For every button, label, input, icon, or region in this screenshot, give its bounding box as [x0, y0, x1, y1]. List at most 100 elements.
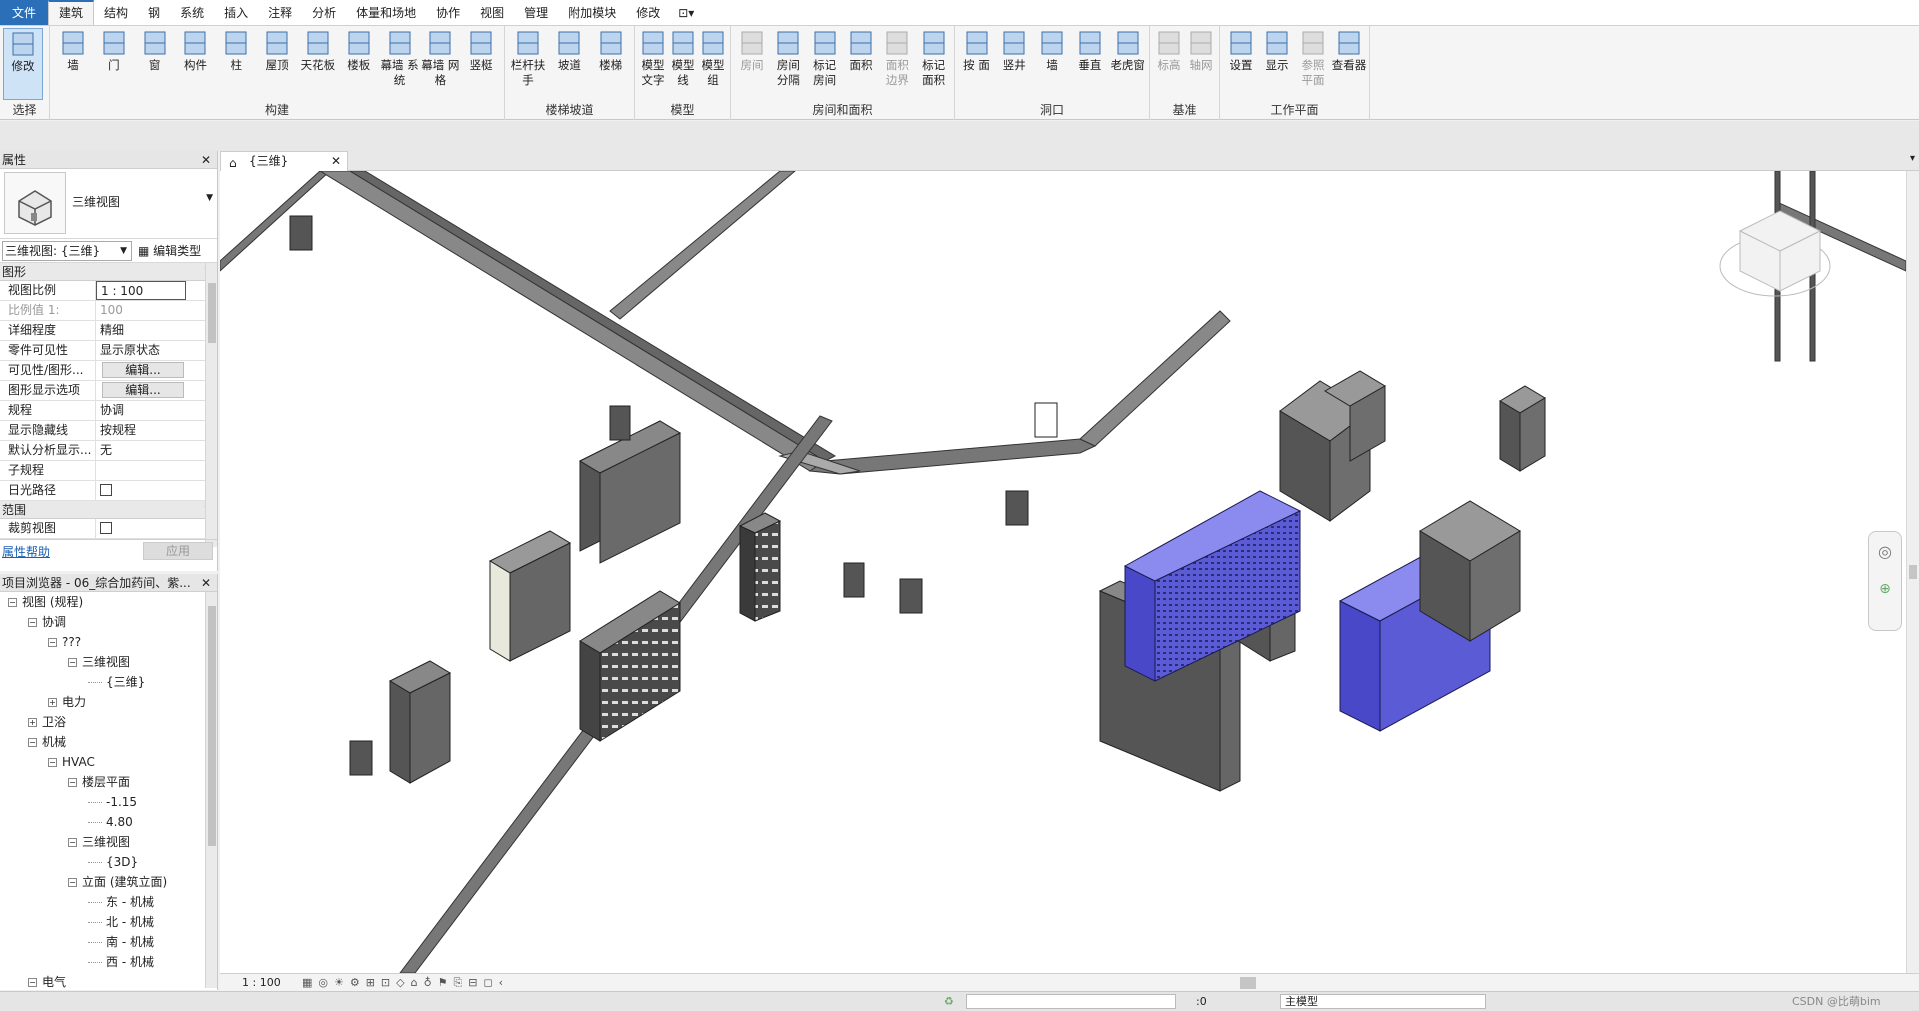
- wall-opening-button[interactable]: 墙: [1034, 28, 1071, 100]
- menu-item-1[interactable]: 建筑: [48, 0, 95, 25]
- tree-node[interactable]: − HVAC: [48, 754, 95, 770]
- curtain-system-button[interactable]: 幕墙 系统: [380, 28, 420, 100]
- show-workplane-button[interactable]: 显示: [1259, 28, 1295, 100]
- collapse-icon[interactable]: −: [28, 978, 37, 987]
- checkbox[interactable]: [100, 521, 112, 534]
- properties-scrollbar[interactable]: [205, 263, 217, 547]
- menu-item-7[interactable]: 分析: [302, 0, 346, 25]
- chevron-down-icon[interactable]: ▼: [206, 193, 213, 203]
- tree-node[interactable]: − 电气: [28, 974, 66, 990]
- menu-item-12[interactable]: 附加模块: [558, 0, 626, 25]
- edit-button[interactable]: 编辑...: [102, 362, 184, 378]
- collapse-icon[interactable]: −: [28, 618, 37, 627]
- component-button[interactable]: 构件: [175, 28, 215, 100]
- close-icon[interactable]: ✕: [201, 574, 211, 592]
- close-icon[interactable]: ✕: [201, 151, 211, 169]
- tree-node[interactable]: 北 - 机械: [88, 914, 154, 930]
- menu-item-0[interactable]: 文件: [0, 0, 49, 25]
- expand-icon[interactable]: +: [28, 718, 37, 727]
- canvas-vertical-scrollbar[interactable]: [1906, 171, 1919, 973]
- property-value[interactable]: [96, 519, 186, 538]
- collapse-icon[interactable]: −: [28, 738, 37, 747]
- property-value[interactable]: 100: [96, 301, 186, 320]
- workset-icon[interactable]: ♻: [944, 992, 954, 1011]
- dormer-button[interactable]: 老虎窗: [1109, 28, 1146, 100]
- menu-item-5[interactable]: 插入: [214, 0, 258, 25]
- wall-button[interactable]: 墙: [53, 28, 93, 100]
- property-value[interactable]: [96, 461, 186, 480]
- 3d-view-canvas[interactable]: ◎ ⊕: [220, 171, 1906, 973]
- tab-menu-icon[interactable]: ▾: [1910, 153, 1915, 164]
- menu-item-8[interactable]: 体量和场地: [346, 0, 426, 25]
- tree-node[interactable]: 南 - 机械: [88, 934, 154, 950]
- floor-button[interactable]: 楼板: [339, 28, 379, 100]
- roof-button[interactable]: 屋顶: [257, 28, 297, 100]
- tree-node[interactable]: −???: [48, 634, 81, 650]
- property-value[interactable]: 1 : 100: [96, 281, 186, 300]
- window-button[interactable]: 窗: [135, 28, 175, 100]
- property-value[interactable]: 协调: [96, 401, 186, 420]
- tree-node[interactable]: − 协调: [28, 614, 66, 630]
- column-button[interactable]: 柱: [216, 28, 256, 100]
- collapse-icon[interactable]: −: [68, 778, 77, 787]
- edit-button[interactable]: 编辑...: [102, 382, 184, 398]
- property-value[interactable]: 编辑...: [96, 361, 186, 380]
- grid-button[interactable]: 轴网: [1185, 28, 1217, 100]
- shaft-button[interactable]: 竖井: [996, 28, 1033, 100]
- menu-item-2[interactable]: 结构: [94, 0, 138, 25]
- close-icon[interactable]: ✕: [331, 152, 341, 171]
- view-controls-icons[interactable]: ▦◎☀⚙⊞⊡◇⌂♁⚑⎘⊟◻‹: [302, 974, 509, 991]
- cursor-button[interactable]: 修改: [3, 28, 43, 100]
- property-value[interactable]: 按规程: [96, 421, 186, 440]
- door-button[interactable]: 门: [94, 28, 134, 100]
- tree-node[interactable]: {三维}: [88, 674, 145, 690]
- room-separator-button[interactable]: 房间 分隔: [770, 28, 806, 100]
- category-extents[interactable]: 范围⌃: [0, 501, 217, 519]
- tree-node[interactable]: − 视图 (规程): [8, 594, 83, 610]
- property-value[interactable]: 显示原状态: [96, 341, 186, 360]
- property-value[interactable]: [96, 481, 186, 500]
- apply-button[interactable]: 应用: [143, 542, 213, 560]
- ref-plane-button[interactable]: 参照 平面: [1295, 28, 1331, 100]
- collapse-icon[interactable]: −: [48, 758, 57, 767]
- collapse-icon[interactable]: −: [68, 838, 77, 847]
- edit-type-button[interactable]: ▦ 编辑类型: [138, 242, 201, 259]
- collapse-icon[interactable]: −: [68, 658, 77, 667]
- vertical-opening-button[interactable]: 垂直: [1071, 28, 1108, 100]
- curtain-grid-button[interactable]: 幕墙 网格: [420, 28, 460, 100]
- tree-node[interactable]: + 卫浴: [28, 714, 66, 730]
- horizontal-scrollbar[interactable]: [1240, 977, 1256, 989]
- property-value[interactable]: 精细: [96, 321, 186, 340]
- tree-node[interactable]: + 电力: [48, 694, 86, 710]
- navigation-bar[interactable]: ◎ ⊕: [1868, 531, 1902, 631]
- railing-button[interactable]: 栏杆扶手: [508, 28, 548, 100]
- tree-node[interactable]: − 楼层平面: [68, 774, 130, 790]
- type-selector[interactable]: 三维视图 ▼: [0, 169, 217, 239]
- set-workplane-button[interactable]: 设置: [1223, 28, 1259, 100]
- menu-item-11[interactable]: 管理: [514, 0, 558, 25]
- ramp-button[interactable]: 坡道: [549, 28, 589, 100]
- collapse-icon[interactable]: −: [8, 598, 17, 607]
- tag-room-button[interactable]: 标记 房间: [807, 28, 843, 100]
- tree-node[interactable]: {3D}: [88, 854, 138, 870]
- tab-3d-view[interactable]: ⌂ {三维} ✕: [220, 151, 348, 171]
- workset-field[interactable]: [966, 994, 1176, 1009]
- tree-node[interactable]: − 立面 (建筑立面): [68, 874, 167, 890]
- menu-item-9[interactable]: 协作: [426, 0, 470, 25]
- expand-icon[interactable]: +: [48, 698, 57, 707]
- quick-access-dropdown-icon[interactable]: ⊡▾: [670, 0, 702, 25]
- property-value[interactable]: 无: [96, 441, 186, 460]
- collapse-icon[interactable]: −: [68, 878, 77, 887]
- area-button[interactable]: 面积: [843, 28, 879, 100]
- mullion-button[interactable]: 竖梃: [461, 28, 501, 100]
- browser-scrollbar[interactable]: [205, 592, 217, 988]
- by-face-button[interactable]: 按 面: [958, 28, 995, 100]
- steering-wheel-icon[interactable]: ◎: [1869, 542, 1901, 561]
- collapse-icon[interactable]: −: [48, 638, 57, 647]
- model-line-button[interactable]: 模型 线: [668, 28, 698, 100]
- model-text-button[interactable]: 模型 文字: [638, 28, 668, 100]
- stair-button[interactable]: 楼梯: [591, 28, 631, 100]
- level-button[interactable]: 标高: [1153, 28, 1185, 100]
- tree-node[interactable]: 4.80: [88, 814, 133, 830]
- tree-node[interactable]: 东 - 机械: [88, 894, 154, 910]
